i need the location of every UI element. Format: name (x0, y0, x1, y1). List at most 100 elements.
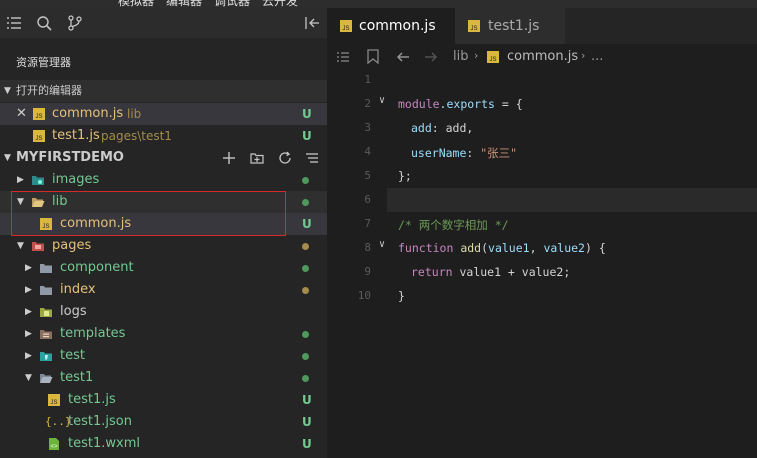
tree-label: component (60, 260, 134, 275)
chevron-right-icon: ▶ (25, 285, 32, 295)
line-number: 5 (364, 169, 371, 182)
open-editor-name: common.js (52, 106, 124, 121)
tree-folder-test1[interactable]: ▼ test1 (0, 367, 327, 389)
tree-label: images (52, 172, 100, 187)
menu-editor[interactable]: 编辑器 (166, 0, 202, 8)
line-number: 3 (364, 121, 371, 134)
open-editors-label: 打开的编辑器 (16, 84, 82, 97)
code-line-8: function add(value1, value2) { (398, 241, 606, 255)
tree-folder-component[interactable]: ▶ component (0, 257, 327, 279)
tree-file-test1-json[interactable]: {..} test1.json U (0, 411, 327, 433)
untracked-badge: U (302, 107, 312, 121)
collapse-all-icon[interactable] (305, 151, 319, 165)
tree-label: test1.wxml (68, 436, 140, 451)
line-number: 4 (364, 145, 371, 158)
tree-folder-logs[interactable]: ▶ logs (0, 301, 327, 323)
search-icon[interactable] (36, 15, 52, 31)
tree-folder-index[interactable]: ▶ index (0, 279, 327, 301)
tree-file-test1-js[interactable]: JS test1.js U (0, 389, 327, 411)
explorer-title: 资源管理器 (16, 56, 71, 69)
collapse-sidebar-icon[interactable] (304, 15, 320, 31)
breadcrumb-folder[interactable]: lib (453, 49, 468, 64)
open-editor-item-common[interactable]: ✕ JS common.js lib U (0, 103, 327, 125)
explorer-sidebar: 资源管理器 ▼ 打开的编辑器 ✕ JS common.js lib U JS t… (0, 8, 327, 458)
list-icon[interactable] (336, 50, 350, 64)
back-arrow-icon[interactable] (396, 50, 410, 64)
images-folder-icon (32, 176, 44, 185)
tree-folder-images[interactable]: ▶ images (0, 169, 327, 191)
js-file-icon: JS (487, 51, 499, 63)
tree-file-test1-wxml[interactable]: <> test1.wxml U (0, 433, 327, 455)
test-folder-icon (40, 352, 52, 361)
highlight-box (11, 191, 286, 236)
refresh-icon[interactable] (278, 151, 292, 165)
open-editor-path: lib (127, 107, 142, 121)
tab-common-js[interactable]: JS common.js (327, 8, 455, 44)
code-line-9: return value1 + value2; (411, 265, 571, 279)
tree-label: pages (52, 238, 92, 253)
svg-text:JS: JS (470, 26, 477, 32)
new-folder-icon[interactable] (250, 151, 264, 165)
svg-text:JS: JS (489, 57, 496, 63)
open-editor-path: pages\test1 (101, 129, 172, 143)
chevron-down-icon: ▼ (4, 86, 11, 96)
tab-test1-js[interactable]: JS test1.js (455, 8, 565, 44)
open-editor-item-test1[interactable]: JS test1.js pages\test1 U (0, 125, 327, 147)
sidebar-toolbar (0, 8, 327, 38)
code-line-4: userName: "张三" (411, 146, 518, 160)
breadcrumb-more[interactable]: ... (591, 49, 603, 64)
line-number: 2 (364, 97, 371, 110)
status-dot (302, 375, 309, 382)
line-number: 9 (364, 265, 371, 278)
source-control-icon[interactable] (67, 15, 83, 31)
chevron-down-icon: ▼ (4, 153, 11, 163)
code-line-2: module.exports = { (398, 97, 523, 111)
fold-chevron-icon[interactable]: ∨ (379, 95, 385, 106)
project-name: MYFIRSTDEMO (16, 150, 124, 165)
status-dot (302, 331, 309, 338)
forward-arrow-icon[interactable] (424, 50, 438, 64)
line-number: 7 (364, 217, 371, 230)
code-line-7: /* 两个数字相加 */ (398, 218, 509, 232)
menu-simulator[interactable]: 模拟器 (118, 0, 154, 8)
svg-text:JS: JS (342, 26, 349, 32)
js-file-icon: JS (33, 108, 45, 120)
tree-folder-templates[interactable]: ▶ templates (0, 323, 327, 345)
logs-folder-icon (40, 308, 52, 317)
breadcrumb-file[interactable]: common.js (507, 49, 578, 64)
js-file-icon: JS (468, 20, 480, 32)
untracked-badge: U (302, 393, 312, 407)
fold-chevron-icon[interactable]: ∨ (379, 239, 385, 250)
close-icon[interactable]: ✕ (16, 103, 27, 125)
code-editor[interactable]: 1 2 3 4 5 6 7 8 9 10 ∨ ∨ module.exports … (327, 70, 757, 458)
status-dot (302, 243, 309, 250)
status-dot (302, 287, 309, 294)
top-menu-bar: 模拟器 编辑器 调试器 云开发 (0, 0, 757, 8)
chevron-right-icon: ▶ (25, 263, 32, 273)
untracked-badge: U (302, 129, 312, 143)
svg-text:JS: JS (50, 400, 57, 406)
list-icon[interactable] (6, 15, 22, 31)
chevron-right-icon: ▶ (17, 175, 24, 185)
pages-folder-icon (32, 242, 44, 251)
folder-icon (40, 286, 52, 295)
project-header[interactable]: ▼ MYFIRSTDEMO (0, 147, 327, 169)
current-line-highlight (387, 188, 757, 212)
chevron-down-icon: ▼ (17, 241, 24, 251)
new-file-icon[interactable] (222, 151, 236, 165)
tree-label: test (60, 348, 85, 363)
tree-folder-pages[interactable]: ▼ pages (0, 235, 327, 257)
chevron-right-icon: › (581, 49, 586, 62)
js-file-icon: JS (340, 20, 352, 32)
untracked-badge: U (302, 415, 312, 429)
open-editors-header[interactable]: ▼ 打开的编辑器 (0, 80, 327, 102)
menu-cloud[interactable]: 云开发 (262, 0, 298, 8)
folder-icon (40, 264, 52, 273)
untracked-badge: U (302, 217, 312, 231)
svg-text:JS: JS (35, 136, 42, 142)
chevron-down-icon: ▼ (25, 373, 32, 383)
bookmark-icon[interactable] (367, 49, 379, 64)
menu-debugger[interactable]: 调试器 (214, 0, 250, 8)
code-line-10: } (398, 289, 405, 303)
tree-folder-test[interactable]: ▶ test (0, 345, 327, 367)
